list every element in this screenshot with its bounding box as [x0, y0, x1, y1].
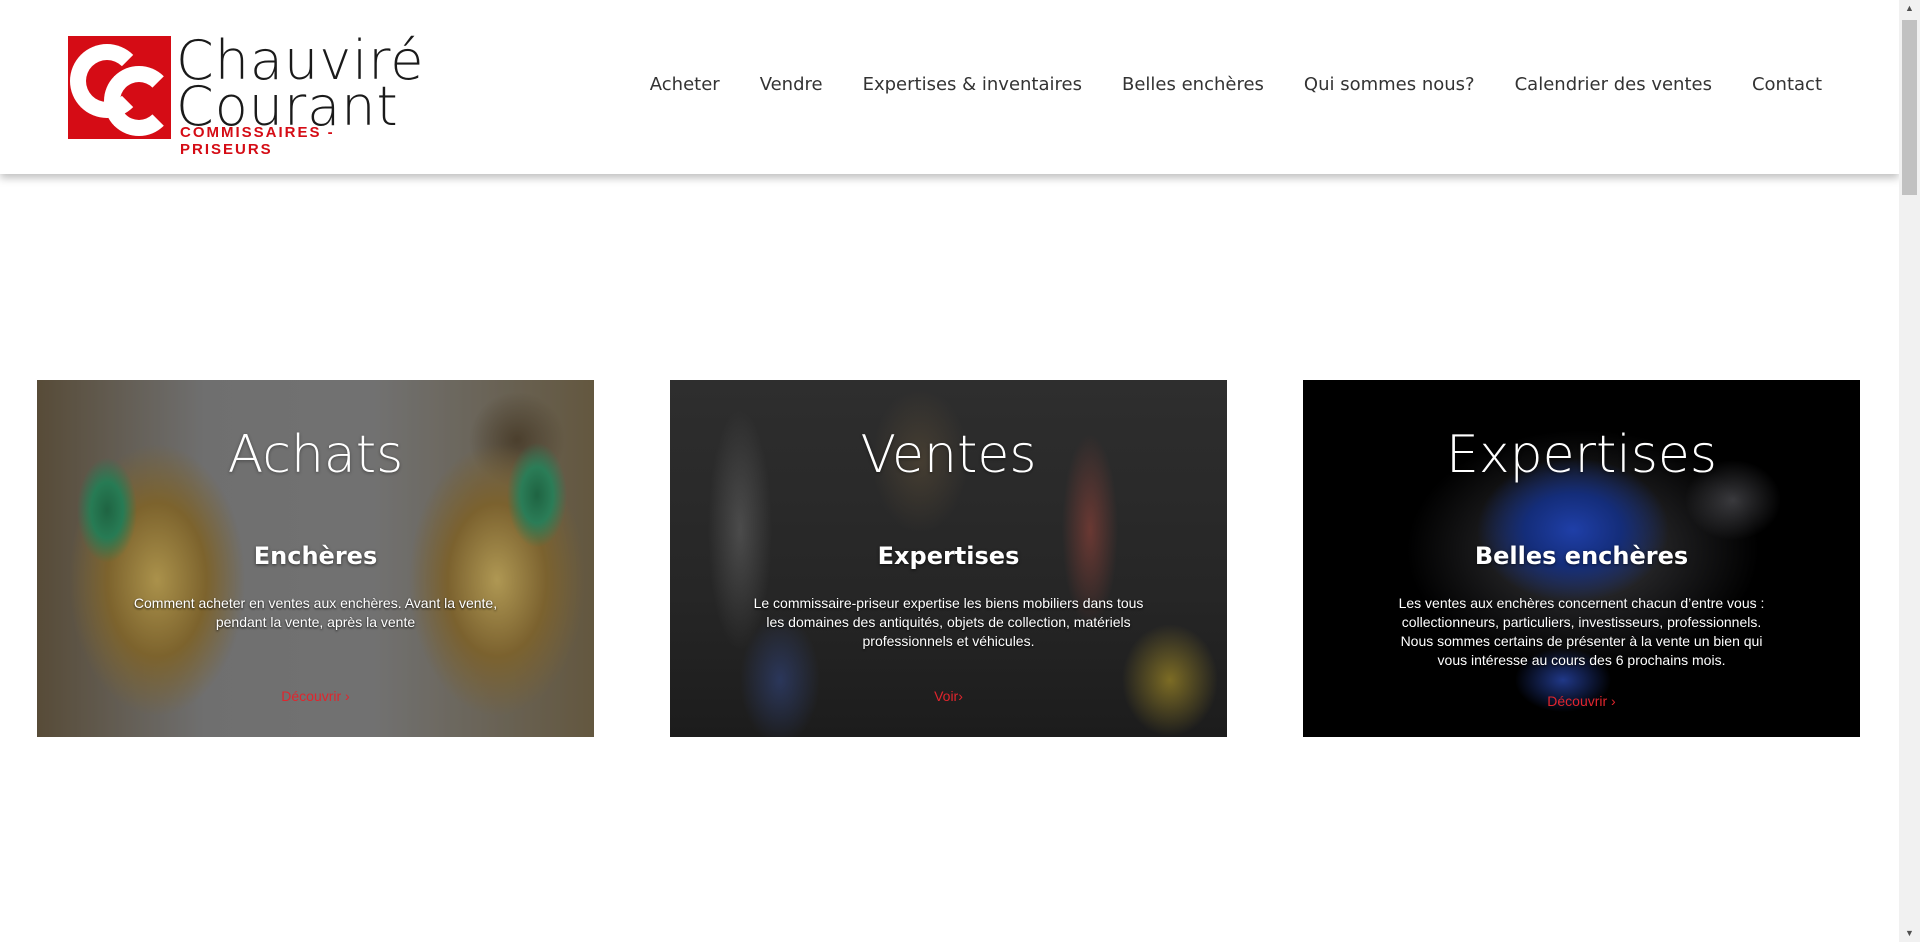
main-nav: Acheter Vendre Expertises & inventaires …	[650, 74, 1822, 95]
scroll-down-arrow-icon[interactable]: ▼	[1899, 925, 1920, 942]
logo-cc-mark	[68, 36, 171, 139]
nav-qui-sommes-nous[interactable]: Qui sommes nous?	[1304, 74, 1475, 95]
card-description: Les ventes aux enchères concernent chacu…	[1398, 595, 1765, 668]
site-header: Chauviré Courant COMMISSAIRES - PRISEURS…	[0, 0, 1899, 174]
card-description: Le commissaire-priseur expertise les bie…	[753, 595, 1144, 649]
nav-vendre[interactable]: Vendre	[760, 74, 823, 95]
site-logo[interactable]: Chauviré Courant COMMISSAIRES - PRISEURS	[68, 34, 423, 158]
scrollbar-thumb[interactable]	[1902, 20, 1917, 195]
vertical-scrollbar[interactable]: ▲ ▼	[1899, 0, 1920, 942]
logo-c-shape	[104, 66, 171, 136]
card-ventes[interactable]: Ventes Expertises Le commissaire-priseur…	[670, 380, 1227, 737]
card-expertises[interactable]: Expertises Belles enchères Les ventes au…	[1303, 380, 1860, 737]
card-description: Comment acheter en ventes aux enchères. …	[133, 595, 498, 630]
card-content: Achats Enchères Comment acheter en vente…	[37, 380, 594, 737]
card-achats[interactable]: Achats Enchères Comment acheter en vente…	[37, 380, 594, 737]
card-subtitle: Expertises	[877, 542, 1020, 570]
card-link-decouvrir[interactable]: Découvrir ›	[1303, 693, 1860, 709]
card-subtitle: Belles enchères	[1474, 542, 1689, 570]
card-content: Ventes Expertises Le commissaire-priseur…	[670, 380, 1227, 737]
card-title: Ventes	[860, 425, 1037, 485]
card-link-decouvrir[interactable]: Découvrir ›	[37, 688, 594, 704]
page: Chauviré Courant COMMISSAIRES - PRISEURS…	[0, 0, 1920, 942]
card-title: Achats	[227, 425, 404, 485]
nav-expertises-inventaires[interactable]: Expertises & inventaires	[863, 74, 1082, 95]
nav-contact[interactable]: Contact	[1752, 74, 1822, 95]
nav-belles-encheres[interactable]: Belles enchères	[1122, 74, 1264, 95]
logo-tagline: COMMISSAIRES - PRISEURS	[180, 124, 335, 158]
scroll-up-arrow-icon[interactable]: ▲	[1899, 0, 1920, 17]
nav-calendrier-des-ventes[interactable]: Calendrier des ventes	[1515, 74, 1712, 95]
nav-acheter[interactable]: Acheter	[650, 74, 720, 95]
card-link-voir[interactable]: Voir›	[670, 688, 1227, 704]
card-content: Expertises Belles enchères Les ventes au…	[1303, 380, 1860, 737]
card-title: Expertises	[1445, 425, 1718, 485]
card-subtitle: Enchères	[253, 542, 378, 570]
